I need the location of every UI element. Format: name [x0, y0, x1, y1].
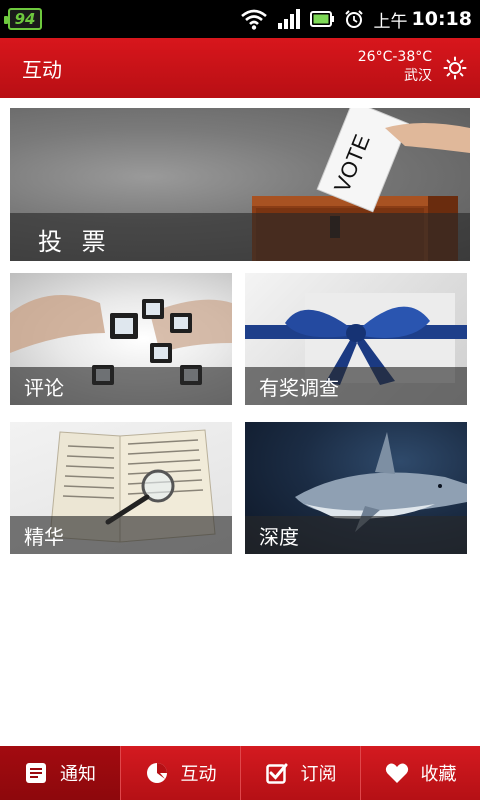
time-prefix: 上午	[373, 11, 408, 32]
bottom-tab-bar: 通知 互动 订阅 收藏	[0, 746, 480, 800]
app-header: 互动 26°C-38°C 武汉	[0, 38, 480, 98]
battery-icon	[309, 11, 334, 27]
tab-label-interact: 互动	[180, 764, 217, 785]
tile-label-bar: 评论	[10, 367, 232, 405]
notice-icon	[24, 761, 48, 785]
tab-label-subscribe: 订阅	[300, 764, 337, 785]
tile-label-depth: 深度	[259, 525, 299, 549]
tab-label-notice: 通知	[60, 764, 96, 785]
tile-comment[interactable]: 评论	[10, 273, 232, 405]
tile-label-prize-survey: 有奖调查	[259, 376, 339, 400]
tab-label-favorites: 收藏	[420, 764, 457, 785]
battery-level: 94	[14, 9, 36, 28]
weather-temperature: 26°C-38°C	[357, 49, 432, 65]
weather-widget[interactable]: 26°C-38°C 武汉	[358, 48, 432, 86]
tile-prize-survey[interactable]: 有奖调查	[245, 273, 467, 405]
clock-time: 10:18	[411, 8, 472, 30]
tile-label-bar: 有奖调查	[245, 367, 467, 405]
alarm-icon	[344, 9, 364, 29]
tile-depth[interactable]: 深度	[245, 422, 467, 554]
tile-label-bar: 精华	[10, 516, 232, 554]
tile-label-vote: 投 票	[38, 228, 112, 256]
tab-notice[interactable]: 通知	[0, 746, 120, 800]
tile-essence[interactable]: 精华	[10, 422, 232, 554]
tile-label-essence: 精华	[24, 525, 64, 549]
heart-icon	[385, 761, 409, 785]
tab-subscribe[interactable]: 订阅	[240, 746, 360, 800]
page-title: 互动	[22, 58, 62, 82]
battery-charging-indicator: 94	[4, 8, 42, 30]
tile-vote[interactable]: VOTE 投 票	[10, 108, 470, 261]
weather-city: 武汉	[404, 68, 432, 84]
wifi-icon	[240, 8, 268, 30]
checkbox-icon	[265, 761, 289, 785]
tab-favorites[interactable]: 收藏	[360, 746, 480, 800]
tile-label-bar: 深度	[245, 516, 467, 554]
tab-interact[interactable]: 互动	[120, 746, 240, 800]
status-bar: 94 上午 10:18	[0, 0, 480, 38]
tile-label-comment: 评论	[24, 376, 64, 400]
signal-icon	[277, 9, 300, 29]
sun-settings-icon[interactable]	[442, 55, 468, 81]
battery-charging-icon: 94	[4, 8, 42, 30]
pie-chat-icon	[145, 761, 169, 785]
tile-label-bar: 投 票	[10, 213, 470, 261]
